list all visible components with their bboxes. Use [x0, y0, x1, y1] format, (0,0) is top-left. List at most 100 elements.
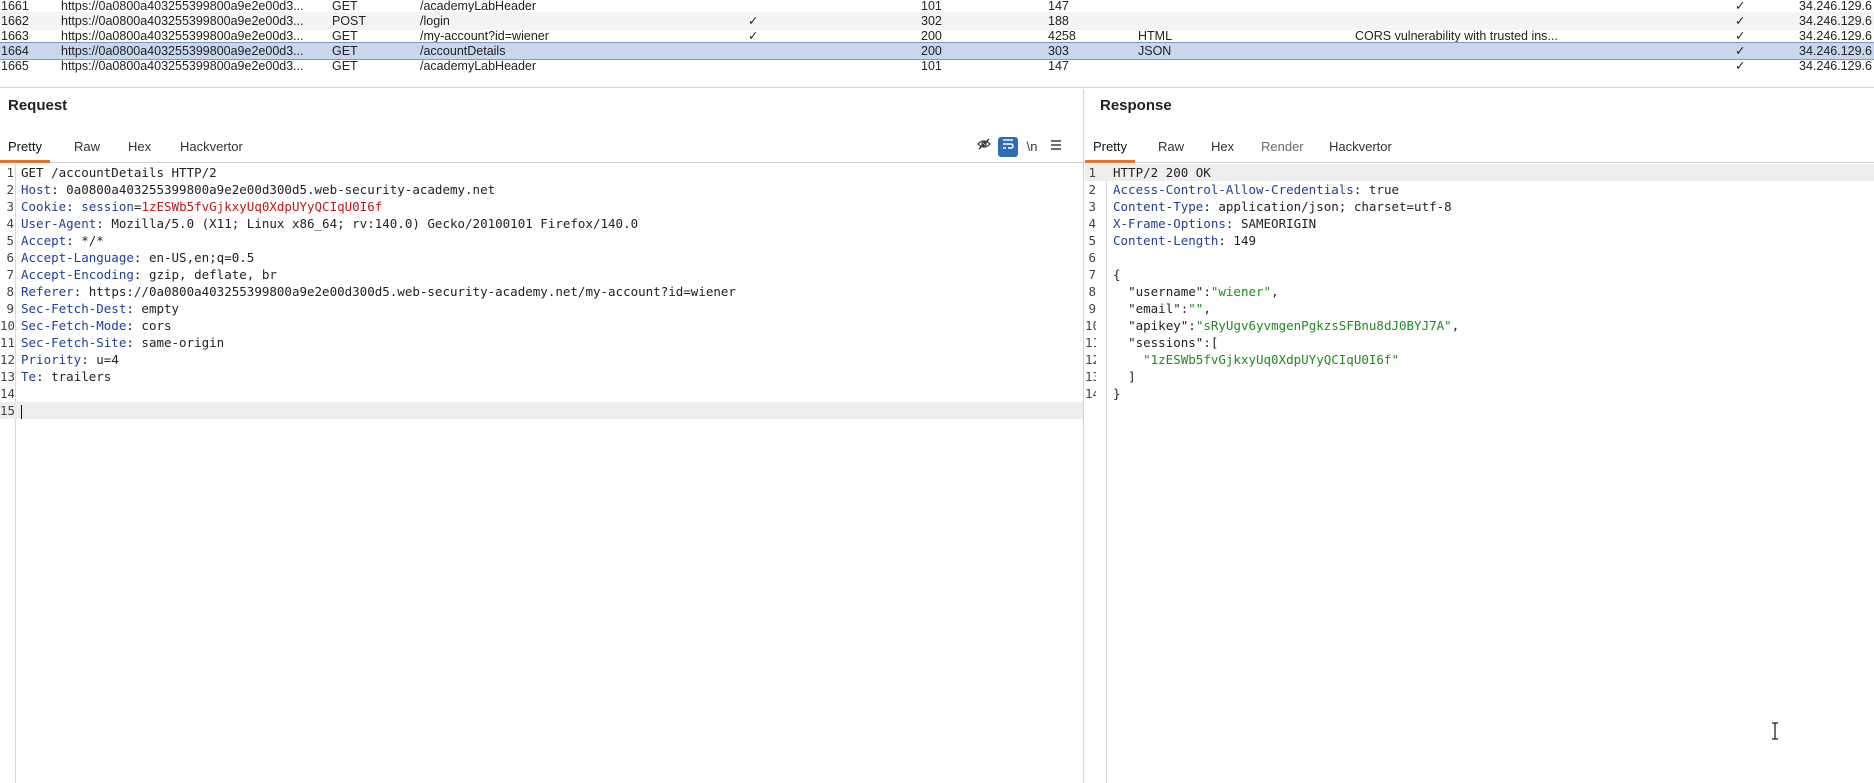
- request-line: 8 Referer: https://0a0800a403255399800a9e…: [6, 284, 736, 299]
- row-method: GET: [332, 59, 358, 73]
- request-line: 2 Host: 0a0800a403255399800a9e2e00d300d5.…: [6, 182, 496, 197]
- response-editor[interactable]: 1 HTTP/2 200 OK 2 Access-Control-Allow-Cre…: [1085, 164, 1874, 783]
- request-tab-hex[interactable]: Hex: [120, 133, 159, 163]
- row-number: 1665: [1, 59, 29, 73]
- text-caret: [21, 404, 22, 419]
- header-value: 149: [1233, 233, 1256, 248]
- response-tab-hex[interactable]: Hex: [1203, 133, 1242, 163]
- header-key: Priority: [21, 352, 82, 367]
- json-bracket: [: [1210, 335, 1219, 350]
- response-tab-pretty[interactable]: Pretty: [1085, 133, 1135, 163]
- row-url: /academyLabHeader: [420, 59, 537, 73]
- request-title: Request: [8, 97, 68, 114]
- table-row[interactable]: 1665 https://0a0800a403255399800a9e2e00d3…: [0, 57, 1874, 75]
- header-key: Cookie: [21, 199, 67, 214]
- response-line: 12 "1zESWb5fvGjkxyUq0XdpUYyQCIqU0I6f": [1085, 352, 1399, 367]
- header-value: en-US,en;q=0.5: [148, 250, 255, 265]
- request-line: 1 GET /accountDetails HTTP/2: [6, 165, 217, 180]
- request-editor[interactable]: 1 GET /accountDetails HTTP/2 2 Host: 0a0800…: [0, 164, 1083, 783]
- json-key: "email": [1128, 301, 1181, 316]
- header-key: Access-Control-Allow-Credentials: [1113, 182, 1354, 197]
- request-tab-pretty[interactable]: Pretty: [0, 133, 50, 163]
- request-line: 6 Accept-Language: en-US,en;q=0.5: [6, 250, 255, 265]
- response-line: 5 Content-Length: 149: [1088, 233, 1256, 248]
- header-value: same-origin: [141, 335, 225, 350]
- response-tab-render[interactable]: Render: [1253, 133, 1312, 163]
- request-line: 4 User-Agent: Mozilla/5.0 (X11; Linux x86…: [6, 216, 639, 231]
- request-text: GET /accountDetails HTTP/2: [21, 165, 217, 180]
- header-value: https://0a0800a403255399800a9e2e00d300d5…: [88, 284, 736, 299]
- json-string: "sRyUgv6yvmgenPgkzsSFBnu8dJ0BYJ7A": [1195, 318, 1452, 333]
- header-key: User-Agent: [21, 216, 97, 231]
- response-line: 8 "username":"wiener",: [1088, 284, 1279, 299]
- request-line: 3 Cookie: session=1zESWb5fvGjkxyUq0XdpUYy…: [6, 199, 383, 214]
- response-line: 6: [1088, 250, 1096, 265]
- request-line: 11 Sec-Fetch-Site: same-origin: [0, 335, 225, 350]
- request-tab-raw[interactable]: Raw: [66, 133, 108, 163]
- response-line: 7{: [1088, 267, 1121, 282]
- eye-slash-icon[interactable]: [974, 137, 994, 157]
- request-line: 5 Accept: */*: [6, 233, 104, 248]
- header-value: cors: [141, 318, 172, 333]
- response-line: 11 "sessions":[: [1085, 335, 1219, 350]
- json-key: "sessions": [1128, 335, 1204, 350]
- cookie-name: session: [81, 199, 134, 214]
- header-value: SAMEORIGIN: [1240, 216, 1317, 231]
- proxy-history-table: 1661 https://0a0800a403255399800a9e2e00d3…: [0, 0, 1874, 88]
- response-line: 2 Access-Control-Allow-Credentials: true: [1088, 182, 1399, 197]
- word-wrap-icon[interactable]: [998, 137, 1018, 157]
- request-line: 7 Accept-Encoding: gzip, deflate, br: [6, 267, 277, 282]
- header-value: application/json; charset=utf-8: [1218, 199, 1452, 214]
- request-line: 14: [0, 386, 14, 401]
- response-line: 10 "apikey":"sRyUgv6yvmgenPgkzsSFBnu8dJ0…: [1085, 318, 1460, 333]
- json-open-brace: {: [1113, 267, 1121, 282]
- hamburger-menu-icon[interactable]: [1046, 137, 1066, 157]
- json-key: "apikey": [1128, 318, 1189, 333]
- response-tab-raw[interactable]: Raw: [1150, 133, 1192, 163]
- json-close-brace: }: [1113, 386, 1121, 401]
- json-string: "wiener": [1210, 284, 1272, 299]
- row-length: 147: [1048, 59, 1069, 73]
- response-title: Response: [1100, 97, 1172, 114]
- header-value: gzip, deflate, br: [148, 267, 277, 282]
- header-value: trailers: [51, 369, 112, 384]
- header-key: Te: [21, 369, 37, 384]
- row-tls: ✓: [1735, 59, 1746, 73]
- response-tab-hackvertor[interactable]: Hackvertor: [1321, 133, 1400, 163]
- status-line: HTTP/2 200 OK: [1113, 165, 1211, 180]
- request-tabs: Pretty Raw Hex Hackvertor: [0, 133, 1083, 163]
- json-bracket: ]: [1128, 369, 1136, 384]
- request-line: 9 Sec-Fetch-Dest: empty: [6, 301, 180, 316]
- header-value: empty: [141, 301, 180, 316]
- response-line: 14}: [1085, 386, 1121, 401]
- request-tab-hackvertor[interactable]: Hackvertor: [172, 133, 251, 163]
- response-line: 9 "email":"",: [1088, 301, 1211, 316]
- response-line: 1 HTTP/2 200 OK: [1085, 164, 1874, 181]
- request-line: 10 Sec-Fetch-Mode: cors: [0, 318, 172, 333]
- row-host: https://0a0800a403255399800a9e2e00d3...: [61, 59, 304, 73]
- header-value: true: [1368, 182, 1399, 197]
- header-key: Content-Type: [1113, 199, 1204, 214]
- cookie-value: 1zESWb5fvGjkxyUq0XdpUYyQCIqU0I6f: [141, 199, 383, 214]
- row-status: 101: [921, 59, 942, 73]
- response-tabs: Pretty Raw Hex Render Hackvertor: [1085, 133, 1874, 163]
- header-value: 0a0800a403255399800a9e2e00d300d5.web-sec…: [66, 182, 496, 197]
- newline-toggle-button[interactable]: \n: [1022, 137, 1042, 157]
- response-line: 3 Content-Type: application/json; charset…: [1088, 199, 1452, 214]
- request-panel: Request Pretty Raw Hex Hackvertor \n 1 GE…: [0, 89, 1084, 783]
- json-string: "": [1188, 301, 1204, 316]
- json-key: "username": [1128, 284, 1204, 299]
- header-key: Accept-Encoding: [21, 267, 134, 282]
- request-toolbar: \n: [974, 137, 1074, 159]
- header-value: */*: [81, 233, 104, 248]
- header-value: Mozilla/5.0 (X11; Linux x86_64; rv:140.0…: [111, 216, 639, 231]
- header-key: Accept-Language: [21, 250, 134, 265]
- header-key: Sec-Fetch-Dest: [21, 301, 127, 316]
- response-panel: Response Pretty Raw Hex Render Hackverto…: [1085, 89, 1874, 783]
- header-key: Host: [21, 182, 52, 197]
- header-key: Sec-Fetch-Site: [21, 335, 127, 350]
- row-ip: 34.246.129.6: [1799, 59, 1872, 73]
- header-key: Accept: [21, 233, 67, 248]
- request-line: 15: [0, 402, 1083, 419]
- header-value: u=4: [96, 352, 119, 367]
